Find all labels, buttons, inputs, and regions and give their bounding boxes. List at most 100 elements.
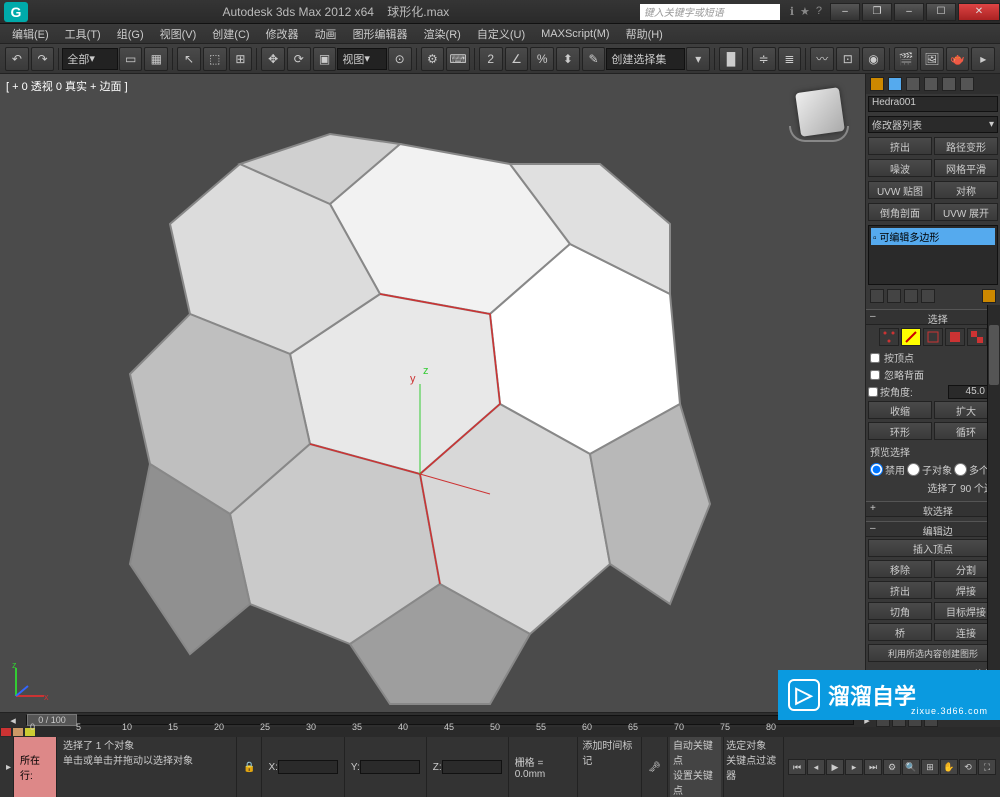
menu-edit[interactable]: 编辑(E)	[4, 26, 57, 42]
layers-button[interactable]: ≣	[778, 47, 802, 71]
named-selection-input[interactable]: 创建选择集	[606, 48, 685, 70]
mirror-button[interactable]: ▐▌	[719, 47, 743, 71]
auto-key-button[interactable]: 自动关键点	[670, 737, 721, 767]
nav-orbit-button[interactable]: ⟲	[959, 759, 977, 775]
render-setup-button[interactable]: 🎬	[894, 47, 918, 71]
select-object-button[interactable]: ↖	[177, 47, 201, 71]
pin-stack-icon[interactable]	[870, 289, 884, 303]
mod-btn-pathdeform[interactable]: 路径变形	[934, 137, 998, 155]
window-crossing-button[interactable]: ⊞	[229, 47, 253, 71]
help-search-input[interactable]: 键入关键字或短语	[640, 4, 780, 20]
by-angle-value[interactable]: 45.0	[948, 385, 988, 399]
mod-btn-noise[interactable]: 噪波	[868, 159, 932, 177]
snap-percent-button[interactable]: %	[530, 47, 554, 71]
menu-views[interactable]: 视图(V)	[152, 26, 205, 42]
preview-subobj-radio[interactable]: 子对象	[907, 462, 952, 477]
ring-button[interactable]: 环形	[868, 422, 932, 440]
ref-coord-dropdown[interactable]: 视图 ▾	[337, 48, 386, 70]
add-time-tag[interactable]: 添加时间标记	[582, 737, 637, 767]
motion-tab-icon[interactable]	[924, 77, 938, 91]
material-editor-button[interactable]: ◉	[862, 47, 886, 71]
star-icon[interactable]: ★	[800, 5, 810, 18]
menu-maxscript[interactable]: MAXScript(M)	[533, 28, 617, 40]
use-center-button[interactable]: ⊙	[388, 47, 412, 71]
curve-editor-button[interactable]: 〰	[810, 47, 834, 71]
menu-help[interactable]: 帮助(H)	[618, 26, 671, 42]
menu-customize[interactable]: 自定义(U)	[469, 26, 533, 42]
mod-btn-uvwmap[interactable]: UVW 贴图	[868, 181, 932, 199]
modifier-list-dropdown[interactable]: 修改器列表▾	[868, 116, 998, 133]
restore-inner-button[interactable]: ❐	[862, 3, 892, 21]
coord-x-input[interactable]	[278, 760, 338, 774]
render-prod-button[interactable]: ▸	[971, 47, 995, 71]
nav-zoom-button[interactable]: 🔍	[902, 759, 920, 775]
preview-disable-radio[interactable]: 禁用	[870, 462, 905, 477]
subobj-element[interactable]	[967, 328, 987, 346]
spinner-snap-button[interactable]: ⬍	[556, 47, 580, 71]
snap-2d-button[interactable]: 2	[479, 47, 503, 71]
subobj-vertex[interactable]	[879, 328, 899, 346]
remove-mod-icon[interactable]	[921, 289, 935, 303]
menu-tools[interactable]: 工具(T)	[57, 26, 109, 42]
menu-animation[interactable]: 动画	[307, 26, 345, 42]
select-name-button[interactable]: ▦	[144, 47, 168, 71]
object-name-field[interactable]: Hedra001	[868, 96, 998, 112]
subobj-polygon[interactable]	[945, 328, 965, 346]
create-shape-button[interactable]: 利用所选内容创建图形	[868, 644, 998, 662]
show-end-result-icon[interactable]	[887, 289, 901, 303]
selection-filter-dropdown[interactable]: 全部 ▾	[62, 48, 117, 70]
panel-scrollbar[interactable]	[987, 305, 1000, 712]
minimize-button[interactable]: –	[894, 3, 924, 21]
mod-btn-meshsmooth[interactable]: 网格平滑	[934, 159, 998, 177]
edit-named-sel-button[interactable]: ✎	[582, 47, 606, 71]
modifier-stack[interactable]: ▫ 可编辑多边形	[868, 225, 998, 285]
menu-group[interactable]: 组(G)	[109, 26, 152, 42]
snap-angle-button[interactable]: ∠	[505, 47, 529, 71]
configure-sets-icon[interactable]	[982, 289, 996, 303]
mod-btn-bevelprofile[interactable]: 倒角剖面	[868, 203, 932, 221]
utilities-tab-icon[interactable]	[960, 77, 974, 91]
subobj-border[interactable]	[923, 328, 943, 346]
create-tab-icon[interactable]	[870, 77, 884, 91]
time-config-button[interactable]: ⚙	[883, 759, 901, 775]
undo-button[interactable]: ↶	[5, 47, 29, 71]
move-button[interactable]: ✥	[261, 47, 285, 71]
next-frame-button[interactable]: ▸	[845, 759, 863, 775]
time-slider-prev[interactable]: ◂	[4, 714, 22, 727]
coord-y-input[interactable]	[360, 760, 420, 774]
preview-multi-radio[interactable]: 多个	[954, 462, 989, 477]
bridge-button[interactable]: 桥	[868, 623, 932, 641]
menu-graph-editors[interactable]: 图形编辑器	[345, 26, 416, 42]
maximize-button[interactable]: ☐	[926, 3, 956, 21]
ignore-backfacing-checkbox[interactable]: 忽略背面	[866, 366, 1000, 383]
extrude-button[interactable]: 挤出	[868, 581, 932, 599]
shrink-button[interactable]: 收缩	[868, 401, 932, 419]
remove-button[interactable]: 移除	[868, 560, 932, 578]
mod-btn-symmetry[interactable]: 对称	[934, 181, 998, 199]
scale-button[interactable]: ▣	[313, 47, 337, 71]
rotate-button[interactable]: ⟳	[287, 47, 311, 71]
prev-frame-button[interactable]: ◂	[807, 759, 825, 775]
hierarchy-tab-icon[interactable]	[906, 77, 920, 91]
nav-pan-button[interactable]: ✋	[940, 759, 958, 775]
insert-vertex-button[interactable]: 插入顶点	[868, 539, 998, 557]
display-tab-icon[interactable]	[942, 77, 956, 91]
rect-select-button[interactable]: ⬚	[203, 47, 227, 71]
rollout-edit-edges[interactable]: –编辑边	[866, 521, 1000, 537]
lock-selection-icon[interactable]: 🔒	[237, 737, 262, 797]
keyboard-shortcut-button[interactable]: ⌨	[446, 47, 470, 71]
by-vertex-checkbox[interactable]: 按顶点	[866, 349, 1000, 366]
viewport-perspective[interactable]: [ + 0 透视 0 真实 + 边面 ]	[0, 74, 865, 712]
goto-start-button[interactable]: ⏮	[788, 759, 806, 775]
by-angle-checkbox[interactable]	[868, 387, 878, 397]
menu-rendering[interactable]: 渲染(R)	[416, 26, 469, 42]
mod-btn-uvwunwrap[interactable]: UVW 展开	[934, 203, 998, 221]
subobj-edge[interactable]	[901, 328, 921, 346]
modify-tab-icon[interactable]	[888, 77, 902, 91]
schematic-button[interactable]: ⊡	[836, 47, 860, 71]
key-filters-button[interactable]: 关键点过滤器	[726, 752, 781, 782]
manipulate-button[interactable]: ⚙	[421, 47, 445, 71]
named-sel-dropdown[interactable]: ▾	[686, 47, 710, 71]
menu-modifiers[interactable]: 修改器	[258, 26, 307, 42]
coord-z-input[interactable]	[442, 760, 502, 774]
